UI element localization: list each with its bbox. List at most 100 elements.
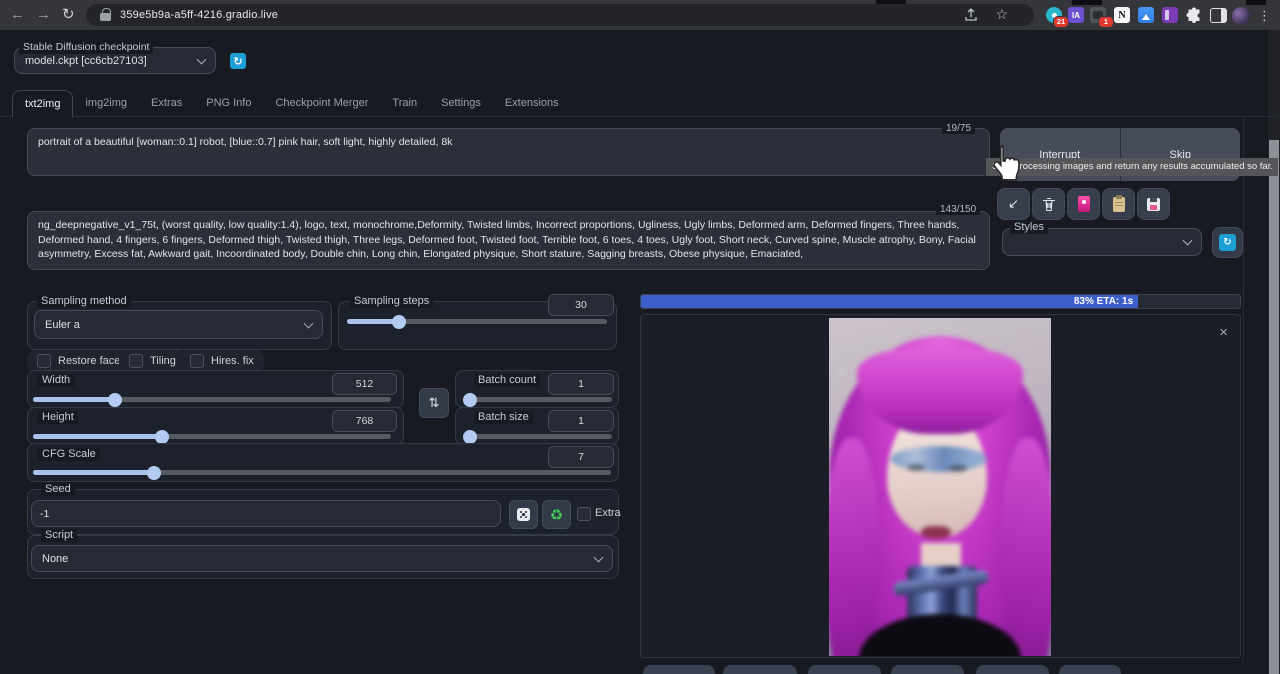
tab-checkpoint-merger[interactable]: Checkpoint Merger: [263, 90, 380, 117]
tab-settings[interactable]: Settings: [429, 90, 493, 117]
address-bar[interactable]: 359e5b9a-a5ff-4216.gradio.live ☆: [86, 4, 1034, 26]
clear-prompt-button[interactable]: [1032, 188, 1065, 220]
extensions-puzzle-icon[interactable]: [1186, 7, 1202, 23]
height-input[interactable]: 768: [332, 410, 397, 432]
hires-fix-label: Hires. fix: [211, 355, 254, 367]
tab-img2img[interactable]: img2img: [73, 90, 139, 117]
apply-style-button[interactable]: [1102, 188, 1135, 220]
save-style-button[interactable]: [1137, 188, 1170, 220]
slider-handle[interactable]: [108, 393, 122, 407]
bookmark-star-icon[interactable]: ☆: [995, 6, 1008, 23]
swap-dimensions-button[interactable]: ⇅: [419, 388, 449, 418]
reuse-seed-button[interactable]: ♻: [542, 500, 571, 529]
restore-faces-checkbox[interactable]: [37, 354, 51, 368]
extension-ia-icon[interactable]: IA: [1068, 7, 1084, 23]
hires-fix-checkbox[interactable]: [190, 354, 204, 368]
progress-label: 83% ETA: 1s: [1074, 296, 1138, 307]
sampling-steps-label: Sampling steps: [350, 295, 433, 308]
gallery-action-button[interactable]: [723, 665, 797, 674]
recycle-icon: ♻: [550, 506, 563, 524]
random-seed-button[interactable]: [509, 500, 538, 529]
negative-prompt-input[interactable]: ng_deepnegative_v1_75t, (worst quality, …: [27, 211, 990, 270]
cfg-scale-input[interactable]: 7: [548, 446, 614, 468]
sampling-method-label: Sampling method: [37, 295, 131, 308]
seed-extra-checkbox[interactable]: [577, 507, 591, 521]
batch-size-slider[interactable]: [466, 434, 612, 439]
page-scrollbar-thumb[interactable]: [1269, 140, 1279, 674]
prompt-input[interactable]: portrait of a beautiful [woman::0.1] rob…: [27, 128, 990, 176]
sampling-steps-slider[interactable]: [347, 319, 607, 324]
slider-handle[interactable]: [463, 393, 477, 407]
hires-fix-option[interactable]: Hires. fix: [180, 350, 264, 372]
cfg-scale-block: [27, 443, 619, 482]
forward-button[interactable]: →: [36, 3, 51, 27]
slider-handle[interactable]: [155, 430, 169, 444]
output-gallery: ×: [640, 314, 1241, 658]
share-icon[interactable]: [964, 8, 978, 22]
screen: ← → ↻ 359e5b9a-a5ff-4216.gradio.live ☆ 2…: [0, 0, 1280, 674]
seed-extra-label: Extra: [595, 507, 621, 519]
batch-size-label: Batch size: [474, 411, 533, 424]
gallery-action-button[interactable]: [808, 665, 881, 674]
batch-count-label: Batch count: [474, 374, 540, 387]
trash-icon: [1042, 197, 1056, 212]
floppy-disk-icon: [1147, 198, 1160, 211]
back-button[interactable]: ←: [10, 3, 25, 27]
side-panel-icon[interactable]: [1210, 8, 1227, 23]
slider-handle[interactable]: [392, 315, 406, 329]
browser-menu-icon[interactable]: ⋮: [1258, 4, 1271, 28]
tab-extensions[interactable]: Extensions: [493, 90, 571, 117]
gallery-action-button[interactable]: [976, 665, 1049, 674]
prompt-token-counter: 19/75: [942, 123, 975, 134]
sampling-steps-input[interactable]: 30: [548, 294, 614, 316]
styles-label: Styles: [1010, 221, 1048, 234]
content-right-border: [1243, 117, 1244, 662]
tab-train[interactable]: Train: [380, 90, 429, 117]
batch-count-slider[interactable]: [466, 397, 612, 402]
cfg-scale-slider[interactable]: [33, 470, 611, 475]
tiling-option[interactable]: Tiling: [119, 350, 186, 372]
url-text: 359e5b9a-a5ff-4216.gradio.live: [120, 4, 278, 26]
batch-count-input[interactable]: 1: [548, 373, 614, 395]
close-preview-button[interactable]: ×: [1219, 325, 1228, 340]
progress-fill: 83% ETA: 1s: [641, 295, 1138, 308]
batch-size-input[interactable]: 1: [548, 410, 614, 432]
tab-extras[interactable]: Extras: [139, 90, 194, 117]
tab-txt2img[interactable]: txt2img: [12, 90, 73, 117]
negative-prompt-token-counter: 143/150: [936, 204, 980, 215]
profile-avatar[interactable]: [1232, 7, 1250, 25]
restore-faces-label: Restore faces: [58, 355, 126, 367]
sampling-method-dropdown[interactable]: Euler a: [34, 310, 323, 339]
progress-bar: 83% ETA: 1s: [640, 294, 1241, 309]
chevron-down-icon: [304, 318, 314, 328]
gallery-action-button[interactable]: [1059, 665, 1121, 674]
gallery-action-button[interactable]: [891, 665, 964, 674]
extension-notion-icon[interactable]: N: [1114, 7, 1130, 23]
width-slider[interactable]: [33, 397, 391, 402]
width-input[interactable]: 512: [332, 373, 397, 395]
gallery-action-button[interactable]: [643, 665, 715, 674]
seed-label: Seed: [41, 483, 75, 496]
script-dropdown[interactable]: None: [31, 545, 613, 572]
extension-badge: 1: [1098, 16, 1114, 28]
extension-image-icon[interactable]: [1138, 7, 1154, 23]
chevron-down-icon: [1183, 236, 1193, 246]
extension-capture-icon[interactable]: 1: [1090, 7, 1106, 23]
tab-png-info[interactable]: PNG Info: [194, 90, 263, 117]
chevron-down-icon: [197, 54, 207, 64]
height-slider[interactable]: [33, 434, 391, 439]
slider-handle[interactable]: [463, 430, 477, 444]
checkpoint-refresh-button[interactable]: ↻: [230, 53, 246, 69]
slider-handle[interactable]: [147, 466, 161, 480]
reload-button[interactable]: ↻: [62, 3, 75, 27]
tiling-checkbox[interactable]: [129, 354, 143, 368]
extension-pin-icon[interactable]: 21: [1046, 7, 1062, 23]
extension-onenote-icon[interactable]: [1162, 7, 1178, 23]
mouse-cursor-hand: [988, 142, 1024, 184]
height-label: Height: [38, 411, 78, 424]
styles-refresh-button[interactable]: ↻: [1212, 227, 1243, 258]
reuse-parameters-button[interactable]: ↙: [997, 188, 1030, 220]
seed-input[interactable]: [31, 500, 501, 527]
extra-networks-button[interactable]: [1067, 188, 1100, 220]
checkpoint-value: model.ckpt [cc6cb27103]: [25, 55, 147, 67]
